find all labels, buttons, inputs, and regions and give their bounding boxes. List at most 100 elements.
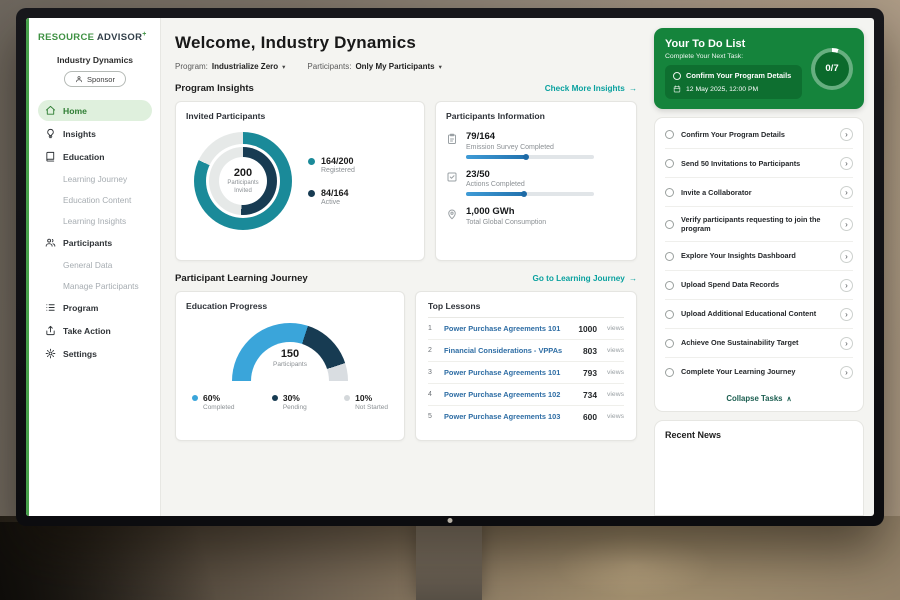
sidebar-item-education-content[interactable]: Education Content bbox=[38, 190, 152, 209]
info-value: 1,000 GWh bbox=[466, 206, 546, 217]
participants-filter-value: Only My Participants bbox=[355, 62, 434, 71]
task-checkbox[interactable] bbox=[673, 72, 681, 80]
program-filter[interactable]: Program: Industrialize Zero ▾ bbox=[175, 62, 285, 71]
legend-value: 84/164 bbox=[321, 188, 349, 198]
legend-value: 30% bbox=[283, 393, 307, 403]
calendar-icon bbox=[673, 85, 681, 93]
lesson-views-label: views bbox=[607, 325, 624, 332]
lesson-views: 734 bbox=[583, 390, 597, 400]
task-checkbox[interactable] bbox=[665, 368, 674, 377]
task-row[interactable]: Send 50 Invitations to Participants › bbox=[665, 149, 853, 178]
lesson-views-label: views bbox=[607, 413, 624, 420]
lesson-rank: 3 bbox=[428, 369, 436, 376]
sidebar-item-label: Learning Journey bbox=[63, 174, 127, 184]
donut-center-value: 200 bbox=[234, 167, 252, 179]
lesson-rank: 1 bbox=[428, 325, 436, 332]
task-checkbox[interactable] bbox=[665, 310, 674, 319]
sidebar-item-general-data[interactable]: General Data bbox=[38, 255, 152, 274]
sidebar-item-education[interactable]: Education bbox=[38, 146, 152, 167]
task-row[interactable]: Explore Your Insights Dashboard › bbox=[665, 242, 853, 271]
lesson-link[interactable]: Power Purchase Agreements 103 bbox=[444, 412, 575, 421]
check-more-insights-link[interactable]: Check More Insights → bbox=[545, 84, 637, 93]
arrow-right-icon: → bbox=[629, 274, 637, 283]
task-row[interactable]: Invite a Collaborator › bbox=[665, 178, 853, 207]
lesson-link[interactable]: Power Purchase Agreements 101 bbox=[444, 368, 575, 377]
sponsor-badge-label: Sponsor bbox=[87, 75, 115, 84]
info-value: 79/164 bbox=[466, 131, 594, 142]
task-row[interactable]: Upload Additional Educational Content › bbox=[665, 300, 853, 329]
link-label: Go to Learning Journey bbox=[532, 274, 624, 283]
chevron-right-icon[interactable]: › bbox=[840, 218, 853, 231]
sidebar-item-label: Take Action bbox=[63, 326, 111, 336]
sidebar-item-learning-insights[interactable]: Learning Insights bbox=[38, 211, 152, 230]
task-checkbox[interactable] bbox=[665, 220, 674, 229]
chevron-right-icon[interactable]: › bbox=[840, 157, 853, 170]
sidebar-item-label: Insights bbox=[63, 129, 96, 139]
progress-bar-fill bbox=[466, 192, 525, 196]
check-square-icon bbox=[446, 171, 458, 183]
lesson-link[interactable]: Power Purchase Agreements 101 bbox=[444, 324, 570, 333]
lesson-row: 3 Power Purchase Agreements 101 793 view… bbox=[428, 362, 624, 384]
task-checkbox[interactable] bbox=[665, 339, 674, 348]
task-label: Confirm Your Program Details bbox=[681, 130, 833, 139]
lesson-row: 2 Financial Considerations - VPPAs 803 v… bbox=[428, 340, 624, 362]
next-task-box[interactable]: Confirm Your Program Details 12 May 2025… bbox=[665, 65, 802, 99]
chevron-right-icon[interactable]: › bbox=[840, 279, 853, 292]
chevron-right-icon[interactable]: › bbox=[840, 250, 853, 263]
chevron-right-icon[interactable]: › bbox=[840, 366, 853, 379]
sidebar-item-insights[interactable]: Insights bbox=[38, 123, 152, 144]
program-filter-label: Program: bbox=[175, 62, 208, 71]
lesson-views-label: views bbox=[607, 391, 624, 398]
collapse-tasks-link[interactable]: Collapse Tasks ∧ bbox=[665, 386, 853, 411]
card-title: Education Progress bbox=[186, 301, 394, 311]
info-label: Actions Completed bbox=[466, 181, 594, 188]
main-content: Welcome, Industry Dynamics Program: Indu… bbox=[161, 18, 648, 516]
task-checkbox[interactable] bbox=[665, 188, 674, 197]
go-to-learning-journey-link[interactable]: Go to Learning Journey → bbox=[532, 274, 637, 283]
lesson-views: 1000 bbox=[578, 324, 597, 334]
progress-bar-fill bbox=[466, 155, 527, 159]
chevron-right-icon[interactable]: › bbox=[840, 186, 853, 199]
sidebar-item-learning-journey[interactable]: Learning Journey bbox=[38, 169, 152, 188]
legend-value: 60% bbox=[203, 393, 234, 403]
book-icon bbox=[45, 151, 56, 162]
lesson-row: 5 Power Purchase Agreements 103 600 view… bbox=[428, 406, 624, 427]
task-checkbox[interactable] bbox=[665, 159, 674, 168]
sidebar-item-program[interactable]: Program bbox=[38, 297, 152, 318]
app-window: RESOURCE ADVISOR+ Industry Dynamics Spon… bbox=[26, 18, 874, 516]
participants-filter[interactable]: Participants: Only My Participants ▾ bbox=[307, 62, 441, 71]
donut-legend: 164/200 Registered 84/164 Active bbox=[308, 156, 355, 206]
lesson-views: 600 bbox=[583, 412, 597, 422]
lesson-link[interactable]: Financial Considerations - VPPAs bbox=[444, 346, 575, 355]
chevron-right-icon[interactable]: › bbox=[840, 128, 853, 141]
sidebar-item-participants[interactable]: Participants bbox=[38, 232, 152, 253]
info-row-consumption: 1,000 GWh Total Global Consumption bbox=[446, 206, 626, 226]
sidebar-item-take-action[interactable]: Take Action bbox=[38, 320, 152, 341]
program-insights-header: Program Insights Check More Insights → bbox=[175, 83, 637, 94]
sidebar-item-home[interactable]: Home bbox=[38, 100, 152, 121]
task-label: Explore Your Insights Dashboard bbox=[681, 251, 833, 260]
task-checkbox[interactable] bbox=[665, 252, 674, 261]
card-title: Invited Participants bbox=[186, 111, 414, 121]
legend-dot-teal bbox=[308, 158, 315, 165]
legend-label: Completed bbox=[203, 404, 234, 411]
task-row[interactable]: Complete Your Learning Journey › bbox=[665, 358, 853, 386]
sidebar-item-label: Program bbox=[63, 303, 98, 313]
sponsor-badge[interactable]: Sponsor bbox=[64, 71, 126, 87]
chevron-right-icon[interactable]: › bbox=[840, 308, 853, 321]
lesson-row: 4 Power Purchase Agreements 102 734 view… bbox=[428, 384, 624, 406]
gauge-center-value: 150 bbox=[232, 348, 348, 360]
task-row[interactable]: Upload Spend Data Records › bbox=[665, 271, 853, 300]
sidebar-item-manage-participants[interactable]: Manage Participants bbox=[38, 276, 152, 295]
invited-participants-card: Invited Participants 200 Participants In… bbox=[175, 101, 425, 261]
lesson-link[interactable]: Power Purchase Agreements 102 bbox=[444, 390, 575, 399]
task-checkbox[interactable] bbox=[665, 130, 674, 139]
task-row[interactable]: Verify participants requesting to join t… bbox=[665, 207, 853, 242]
task-row[interactable]: Confirm Your Program Details › bbox=[665, 120, 853, 149]
info-value: 23/50 bbox=[466, 169, 594, 180]
sidebar-item-settings[interactable]: Settings bbox=[38, 343, 152, 364]
task-row[interactable]: Achieve One Sustainability Target › bbox=[665, 329, 853, 358]
chevron-right-icon[interactable]: › bbox=[840, 337, 853, 350]
tasks-list-card: Confirm Your Program Details › Send 50 I… bbox=[654, 117, 864, 412]
task-checkbox[interactable] bbox=[665, 281, 674, 290]
